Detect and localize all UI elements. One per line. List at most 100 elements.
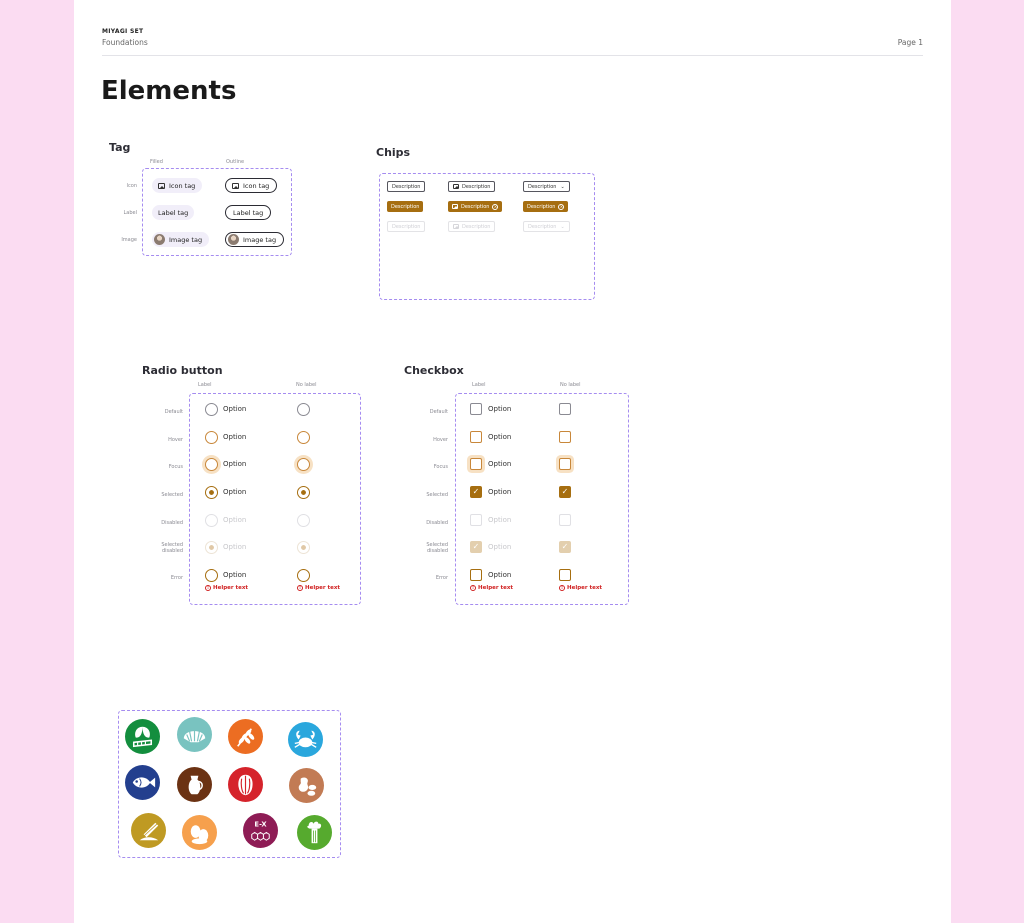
image-icon — [232, 182, 239, 189]
checkbox-option-label: Option — [488, 460, 512, 468]
radio-error-unlabeled[interactable] — [297, 569, 310, 582]
checkbox-selected-disabled-unlabeled: ✓ — [559, 541, 571, 553]
image-tag-label: Image tag — [243, 235, 277, 244]
milk-jug-icon — [177, 767, 212, 802]
chip-disabled: Description — [387, 221, 426, 232]
section-name: Foundations — [102, 38, 148, 47]
shellfish-icon — [177, 717, 212, 752]
checkbox-option-label: Option — [488, 571, 512, 579]
checkbox-hover-unlabeled[interactable] — [559, 431, 571, 443]
chips-frame — [379, 173, 595, 300]
svg-text:E-X: E-X — [254, 821, 267, 829]
checkbox-focus-unlabeled[interactable] — [559, 458, 571, 470]
label-tag-label: Label tag — [158, 208, 189, 217]
chip-default-icon[interactable]: Description — [448, 181, 496, 192]
radio-hover-labeled[interactable] — [205, 431, 218, 444]
error-icon: ! — [559, 585, 565, 591]
label-tag-outline[interactable]: Label tag — [225, 205, 272, 220]
tag-col-filled: Filled — [150, 159, 163, 165]
checkbox-error-labeled[interactable] — [470, 569, 482, 581]
checkbox-hover-labeled[interactable] — [470, 431, 482, 443]
checkbox-helper-text: ! Helper text — [470, 585, 513, 591]
label-tag-label: Label tag — [233, 208, 264, 217]
checkbox-option-label: Option — [488, 433, 512, 441]
checkbox-default-labeled[interactable] — [470, 403, 482, 415]
tag-row-label: Label — [123, 210, 138, 216]
radio-hover-unlabeled[interactable] — [297, 431, 310, 444]
radio-heading: Radio button — [142, 364, 223, 377]
crustacean-crab-icon — [288, 722, 323, 757]
checkbox-error-unlabeled[interactable] — [559, 569, 571, 581]
chip-label: Description — [462, 223, 491, 230]
radio-state-disabled: Disabled — [161, 520, 183, 526]
error-icon: ! — [205, 585, 211, 591]
avatar — [154, 234, 165, 245]
radio-option-label: Option — [223, 460, 247, 468]
checkbox-col-label: Label — [472, 382, 486, 388]
radio-default-labeled[interactable] — [205, 403, 218, 416]
chip-label: Description — [391, 203, 420, 210]
radio-disabled-unlabeled — [297, 514, 310, 527]
radio-focus-unlabeled[interactable] — [297, 458, 310, 471]
chip-default-dropdown[interactable]: Description ⌄ — [523, 181, 570, 192]
radio-col-nolabel: No label — [296, 382, 317, 388]
radio-default-unlabeled[interactable] — [297, 403, 310, 416]
gluten-wheat-icon — [228, 719, 263, 754]
chevron-down-icon: ⌄ — [560, 183, 565, 190]
tag-col-outline: Outline — [226, 159, 245, 165]
header-divider — [102, 55, 923, 56]
label-tag-filled[interactable]: Label tag — [152, 205, 195, 220]
error-icon: ! — [470, 585, 476, 591]
chevron-down-icon: ⌄ — [560, 223, 565, 230]
nuts-icon — [228, 767, 263, 802]
checkbox-option-label: Option — [488, 516, 512, 524]
checkbox-helper-text: ! Helper text — [559, 585, 602, 591]
chip-default[interactable]: Description — [387, 181, 426, 192]
radio-state-selected-disabled: Selected disabled — [161, 542, 183, 554]
radio-focus-labeled[interactable] — [205, 458, 218, 471]
checkbox-selected-unlabeled[interactable]: ✓ — [559, 486, 571, 498]
additives-ex-icon: E-X — [243, 813, 278, 848]
radio-selected-labeled[interactable] — [205, 486, 218, 499]
image-tag-label: Image tag — [169, 235, 203, 244]
chip-selected-icon[interactable]: Description × — [448, 201, 503, 212]
close-icon[interactable]: × — [492, 203, 499, 210]
page-number: Page 1 — [897, 38, 923, 47]
radio-selected-unlabeled[interactable] — [297, 486, 310, 499]
icon-tag-filled[interactable]: Icon tag — [152, 178, 203, 193]
icon-tag-outline[interactable]: Icon tag — [225, 178, 278, 193]
checkbox-disabled-unlabeled — [559, 514, 571, 526]
checkbox-focus-labeled[interactable] — [470, 458, 482, 470]
tag-row-icon: Icon — [126, 183, 137, 189]
image-icon — [453, 184, 459, 189]
chip-disabled-dropdown: Description ⌄ — [523, 221, 570, 232]
checkbox-selected-labeled[interactable]: ✓ — [470, 486, 482, 498]
image-tag-outline[interactable]: Image tag — [225, 232, 285, 247]
eggs-icon — [182, 815, 217, 850]
checkbox-default-unlabeled[interactable] — [559, 403, 571, 415]
image-tag-filled[interactable]: Image tag — [152, 232, 210, 247]
chip-label: Description — [392, 223, 421, 230]
chip-selected-dropdown[interactable]: Description × — [523, 201, 569, 212]
radio-option-label: Option — [223, 571, 247, 579]
avatar — [228, 234, 239, 245]
radio-disabled-labeled — [205, 514, 218, 527]
chip-label: Description — [527, 203, 556, 210]
image-icon — [452, 204, 458, 209]
radio-state-focus: Focus — [168, 464, 183, 470]
chip-selected[interactable]: Description — [387, 201, 424, 212]
helper-text-label: Helper text — [478, 585, 514, 591]
celery-icon — [297, 815, 332, 850]
checkbox-state-error: Error — [435, 575, 448, 581]
brand-name: MIYAGI SET — [102, 28, 144, 35]
close-icon[interactable]: × — [558, 203, 565, 210]
radio-state-default: Default — [164, 409, 183, 415]
fish-icon — [125, 765, 160, 800]
radio-error-labeled[interactable] — [205, 569, 218, 582]
tag-row-image: Image — [121, 237, 137, 243]
radio-option-label: Option — [223, 488, 247, 496]
page-canvas: MIYAGI SET Foundations Page 1 Elements T… — [74, 0, 951, 923]
checkbox-state-selected: Selected — [426, 492, 448, 498]
radio-option-label: Option — [223, 405, 247, 413]
checkbox-option-label: Option — [488, 405, 512, 413]
